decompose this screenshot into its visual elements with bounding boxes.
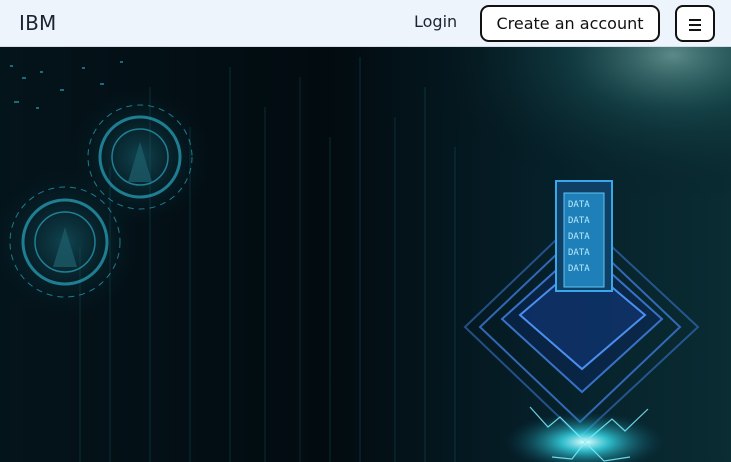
hero-illustration: DATA DATA DATA DATA DATA	[0, 47, 731, 462]
chip-label: DATA	[568, 232, 590, 242]
menu-toggle-button[interactable]	[675, 5, 715, 42]
hero-banner-image: DATA DATA DATA DATA DATA	[0, 47, 731, 462]
chip-label: DATA	[568, 264, 590, 274]
chip-label: DATA	[568, 216, 590, 226]
top-navbar: IBM Login Create an account	[0, 0, 731, 47]
page: IBM Login Create an account DATA DATA DA…	[0, 0, 731, 462]
chip-label: DATA	[568, 248, 590, 258]
brand-logo[interactable]: IBM	[19, 11, 56, 35]
login-link[interactable]: Login	[414, 12, 457, 32]
create-account-button[interactable]: Create an account	[480, 5, 660, 42]
chip-label: DATA	[568, 200, 590, 210]
